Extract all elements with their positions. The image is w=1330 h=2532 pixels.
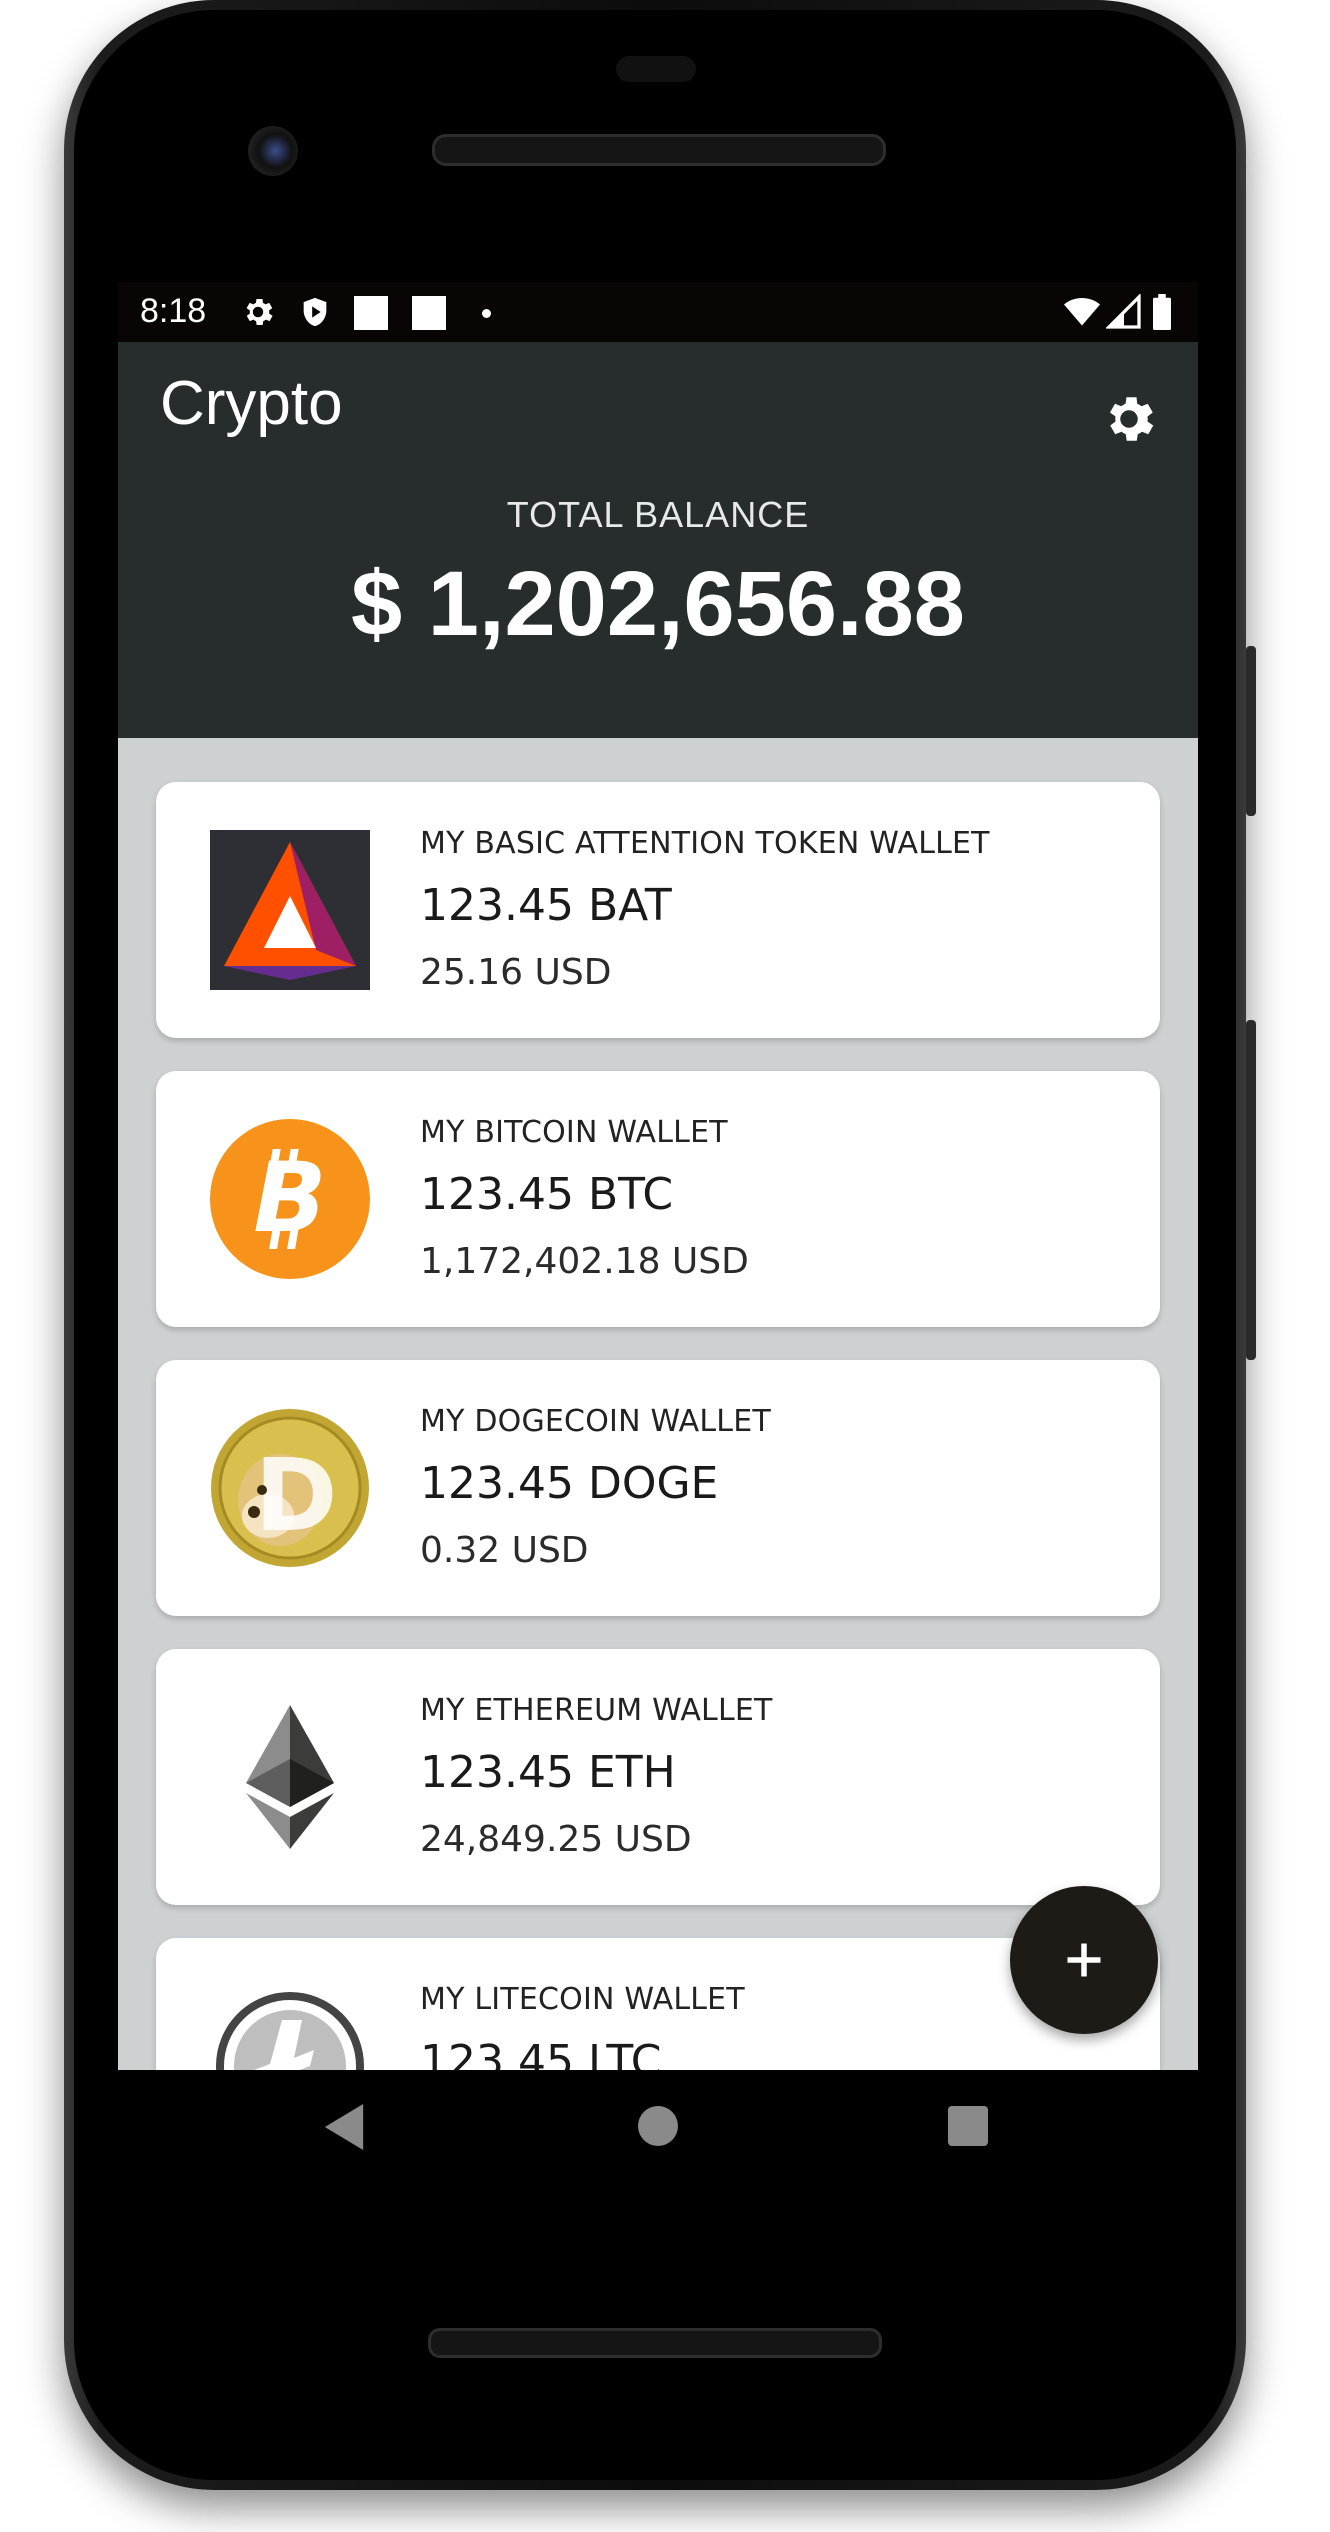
bat-logo-icon [210,830,370,990]
gear-icon [246,298,273,326]
wallet-name: MY BITCOIN WALLET [420,1115,728,1150]
wallet-amount: 123.45 LTC [420,2036,662,2070]
signal-icon [1106,294,1141,329]
navigation-bar [118,2070,1198,2200]
top-sensor [616,56,696,82]
svg-text:D: D [254,1437,337,1554]
app-header: Crypto TOTAL BALANCE $ 1,202,656.88 [118,342,1198,738]
shield-icon [303,297,327,327]
power-button [1246,1020,1256,1360]
front-camera [248,126,298,176]
wallet-name: MY ETHEREUM WALLET [420,1693,773,1728]
wallet-usd-value: 1,172,402.18 USD [420,1241,749,1282]
dogecoin-logo-icon: D [211,1409,369,1567]
wallet-amount: 123.45 DOGE [420,1458,719,1509]
total-balance-value: $ 1,202,656.88 [351,553,965,655]
plus-icon [1067,1943,1101,1977]
battery-icon [1153,294,1171,330]
wallet-amount: 123.45 BAT [420,880,672,931]
back-icon[interactable] [324,2104,364,2150]
settings-button[interactable] [1098,388,1160,450]
wallet-usd-value: 25.16 USD [420,952,612,993]
total-balance-label: TOTAL BALANCE [506,494,810,535]
wallet-card-btc[interactable]: B MY BITCOIN WALLET 123.45 BTC 1,172,402… [156,1071,1160,1327]
wallet-name: MY LITECOIN WALLET [420,1982,745,2017]
wallet-card-doge[interactable]: D MY DOGECOIN WALLET 123.45 DOGE 0.32 US… [156,1360,1160,1616]
square-icon [412,296,446,330]
wallet-card-eth[interactable]: MY ETHEREUM WALLET 123.45 ETH 24,849.25 … [156,1649,1160,1905]
add-wallet-button[interactable] [1010,1886,1158,2034]
wallet-name: MY BASIC ATTENTION TOKEN WALLET [420,826,990,861]
wallet-amount: 123.45 BTC [420,1169,674,1220]
wallet-card-bat[interactable]: MY BASIC ATTENTION TOKEN WALLET 123.45 B… [156,782,1160,1038]
volume-button [1246,646,1256,816]
wifi-icon [1064,298,1100,326]
bottom-speaker [428,2328,882,2358]
wallet-usd-value: 24,849.25 USD [420,1819,692,1860]
ethereum-logo-icon [246,1705,334,1849]
dot-icon [482,309,491,318]
litecoin-logo-icon [216,1992,364,2070]
wallet-name: MY DOGECOIN WALLET [420,1404,771,1439]
bitcoin-logo-icon: B [210,1119,370,1279]
square-icon [354,296,388,330]
status-bar: 8:18 [118,282,1198,342]
wallet-amount: 123.45 ETH [420,1747,676,1798]
status-time: 8:18 [140,292,207,330]
home-icon[interactable] [638,2106,678,2146]
screen: 8:18 Crypto TOTAL BALANCE $ 1,202,656.88 [118,282,1198,2070]
gear-icon [1110,397,1154,441]
recents-icon[interactable] [948,2106,988,2146]
top-speaker [432,134,886,166]
app-title: Crypto [160,369,343,438]
wallet-usd-value: 0.32 USD [420,1530,589,1571]
